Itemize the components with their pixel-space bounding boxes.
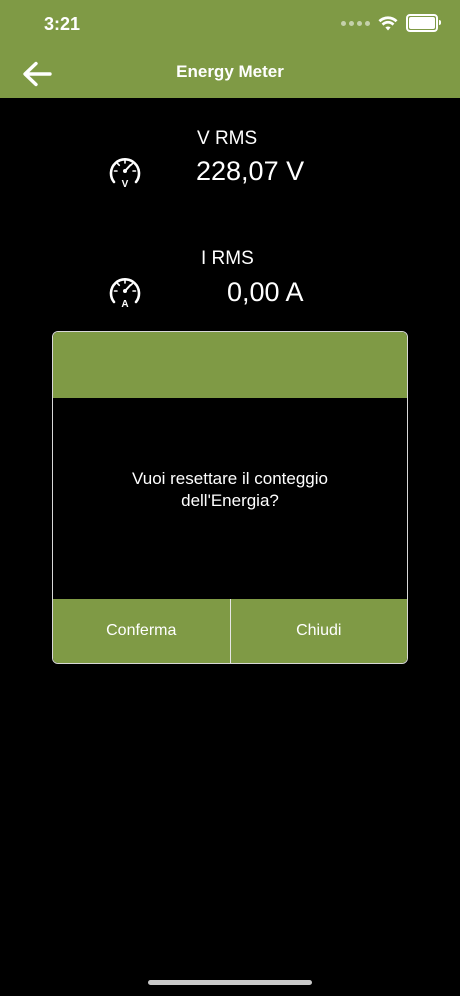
- status-time: 3:21: [44, 14, 81, 34]
- dialog-button-bar: Conferma Chiudi: [53, 599, 407, 663]
- svg-text:V: V: [122, 179, 129, 190]
- voltage-value: 228,07 V: [196, 156, 305, 186]
- navigation-bar: 3:21 Energy Meter: [0, 0, 460, 98]
- close-button[interactable]: Chiudi: [231, 599, 408, 663]
- battery-icon: [406, 14, 441, 32]
- energy-meter-screen: 3:21 Energy Meter V RMS V 228,07 V I RMS…: [0, 0, 460, 996]
- dialog-header: [53, 332, 407, 398]
- current-value: 0,00 A: [227, 277, 304, 307]
- voltage-label: V RMS: [197, 128, 258, 149]
- dialog-message: Vuoi resettare il conteggio dell'Energia…: [132, 469, 328, 510]
- voltmeter-gauge-icon: V: [109, 158, 141, 190]
- svg-text:A: A: [121, 299, 128, 310]
- confirm-button[interactable]: Conferma: [53, 599, 231, 663]
- page-title: Energy Meter: [176, 62, 284, 81]
- ammeter-gauge-icon: A: [109, 278, 141, 310]
- signal-dots-icon: [341, 20, 370, 26]
- reset-energy-dialog: Vuoi resettare il conteggio dell'Energia…: [52, 331, 408, 664]
- home-indicator[interactable]: [148, 980, 312, 985]
- wifi-icon: [378, 15, 398, 30]
- current-label: I RMS: [201, 248, 254, 269]
- status-icons: [341, 14, 441, 32]
